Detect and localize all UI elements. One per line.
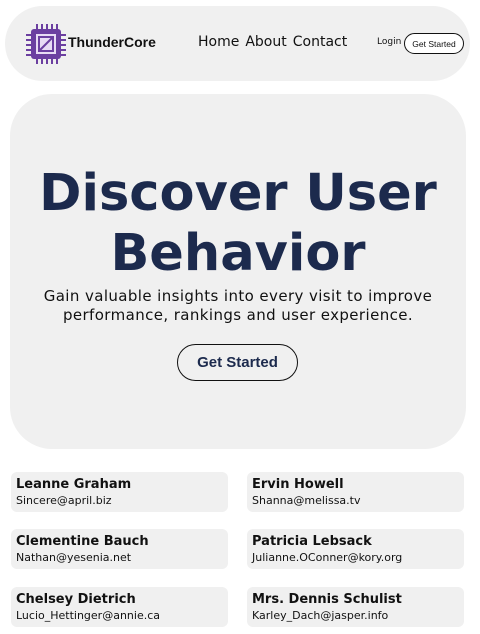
user-email: Sincere@april.biz bbox=[16, 494, 112, 507]
user-name: Mrs. Dennis Schulist bbox=[252, 592, 402, 607]
nav-link-about[interactable]: About bbox=[245, 34, 286, 50]
user-name: Leanne Graham bbox=[16, 477, 132, 492]
nav-link-contact[interactable]: Contact bbox=[293, 34, 347, 50]
get-started-nav-button[interactable]: Get Started bbox=[404, 33, 464, 54]
get-started-hero-button[interactable]: Get Started bbox=[177, 344, 298, 381]
hero-subtitle: Gain valuable insights into every visit … bbox=[43, 287, 433, 324]
user-email: Lucio_Hettinger@annie.ca bbox=[16, 609, 160, 622]
user-name: Ervin Howell bbox=[252, 477, 344, 492]
hero-section: Discover User Behavior Gain valuable ins… bbox=[10, 94, 466, 449]
cpu-chip-icon[interactable] bbox=[25, 23, 67, 65]
nav-link-home[interactable]: Home bbox=[198, 34, 239, 50]
user-card[interactable]: Ervin Howell Shanna@melissa.tv bbox=[247, 472, 464, 512]
user-email: Julianne.OConner@kory.org bbox=[252, 551, 403, 564]
main-nav: Home About Contact bbox=[198, 34, 347, 50]
user-name: Chelsey Dietrich bbox=[16, 592, 136, 607]
user-name: Patricia Lebsack bbox=[252, 534, 372, 549]
brand-name: ThunderCore bbox=[68, 34, 156, 50]
user-email: Nathan@yesenia.net bbox=[16, 551, 132, 564]
hero-title: Discover User Behavior bbox=[39, 164, 437, 283]
user-email: Karley_Dach@jasper.info bbox=[252, 609, 389, 622]
navbar: ThunderCore Home About Contact Login Get… bbox=[5, 6, 470, 81]
user-email: Shanna@melissa.tv bbox=[252, 494, 361, 507]
user-card[interactable]: Mrs. Dennis Schulist Karley_Dach@jasper.… bbox=[247, 587, 464, 627]
user-name: Clementine Bauch bbox=[16, 534, 149, 549]
user-card[interactable]: Clementine Bauch Nathan@yesenia.net bbox=[11, 529, 228, 569]
user-card[interactable]: Patricia Lebsack Julianne.OConner@kory.o… bbox=[247, 529, 464, 569]
user-card[interactable]: Chelsey Dietrich Lucio_Hettinger@annie.c… bbox=[11, 587, 228, 627]
login-link[interactable]: Login bbox=[377, 37, 401, 47]
user-card[interactable]: Leanne Graham Sincere@april.biz bbox=[11, 472, 228, 512]
